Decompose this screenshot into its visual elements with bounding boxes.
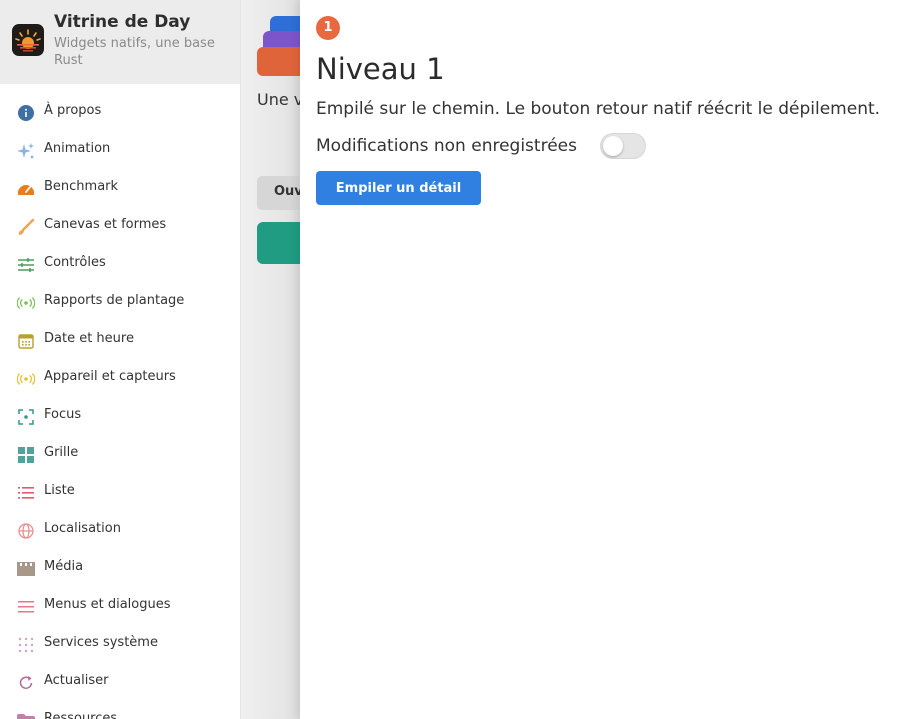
brush-icon: [17, 218, 35, 236]
clapper-icon: [17, 560, 35, 578]
sidebar-item-appareil[interactable]: Appareil et capteurs: [0, 359, 240, 397]
sidebar-item-label: Date et heure: [44, 331, 134, 346]
sidebar-item-date-heure[interactable]: Date et heure: [0, 321, 240, 359]
sidebar-item-label: Grille: [44, 445, 79, 460]
detail-panel: 1 Niveau 1 Empilé sur le chemin. Le bout…: [300, 0, 904, 719]
sidebar-item-ressources[interactable]: Ressources: [0, 701, 240, 719]
sidebar-item-label: Focus: [44, 407, 82, 422]
open-button[interactable]: Ouv: [257, 176, 301, 210]
sidebar-item-label: Média: [44, 559, 84, 574]
sidebar-item-label: À propos: [44, 103, 102, 118]
sidebar-item-benchmark[interactable]: Benchmark: [0, 169, 240, 207]
list-icon: [17, 484, 35, 502]
sidebar-item-localisation[interactable]: Localisation: [0, 511, 240, 549]
panel-description: Empilé sur le chemin. Le bouton retour n…: [316, 99, 881, 119]
menu-icon: [17, 598, 35, 616]
app-title: Vitrine de Day: [54, 12, 191, 32]
level-badge: 1: [316, 16, 340, 40]
folder-icon: [17, 712, 35, 719]
info-icon: [17, 104, 35, 122]
sidebar-item-label: Services système: [44, 635, 158, 650]
sidebar-item-a-propos[interactable]: À propos: [0, 93, 240, 131]
grid-icon: [17, 446, 35, 464]
teal-card[interactable]: [257, 222, 301, 264]
dots-grid-icon: [17, 636, 35, 654]
unsaved-changes-label: Modifications non enregistrées: [316, 136, 577, 156]
sidebar-nav: À propos Animation Benchmark Canevas et …: [0, 93, 240, 719]
sunrise-app-icon: [12, 24, 44, 56]
sidebar-item-liste[interactable]: Liste: [0, 473, 240, 511]
sidebar-item-actualiser[interactable]: Actualiser: [0, 663, 240, 701]
sidebar-item-label: Liste: [44, 483, 75, 498]
sidebar-item-rapports[interactable]: Rapports de plantage: [0, 283, 240, 321]
sidebar-item-label: Benchmark: [44, 179, 119, 194]
sidebar-item-grille[interactable]: Grille: [0, 435, 240, 473]
toggle-knob: [603, 136, 623, 156]
background-page: Une v Ouv: [241, 0, 301, 719]
sidebar-item-label: Appareil et capteurs: [44, 369, 176, 384]
sparkle-icon: [17, 142, 35, 160]
sidebar-item-label: Localisation: [44, 521, 121, 536]
unsaved-changes-toggle[interactable]: [600, 133, 646, 159]
stack-card-orange: [257, 47, 301, 76]
sidebar-item-label: Contrôles: [44, 255, 106, 270]
globe-icon: [17, 522, 35, 540]
sidebar-item-animation[interactable]: Animation: [0, 131, 240, 169]
push-detail-button[interactable]: Empiler un détail: [316, 171, 481, 205]
sidebar-item-controles[interactable]: Contrôles: [0, 245, 240, 283]
sidebar-item-label: Menus et dialogues: [44, 597, 171, 612]
sidebar-item-label: Animation: [44, 141, 111, 156]
app-subtitle: Widgets natifs, une base Rust: [54, 36, 215, 68]
sidebar-item-label: Canevas et formes: [44, 217, 167, 232]
sidebar-item-focus[interactable]: Focus: [0, 397, 240, 435]
sidebar-item-label: Ressources: [44, 711, 118, 719]
sidebar-item-services[interactable]: Services système: [0, 625, 240, 663]
focus-icon: [17, 408, 35, 426]
sidebar-item-menus[interactable]: Menus et dialogues: [0, 587, 240, 625]
sidebar-item-canevas[interactable]: Canevas et formes: [0, 207, 240, 245]
sidebar-header: Vitrine de Day Widgets natifs, une base …: [0, 0, 240, 84]
speedometer-icon: [17, 180, 35, 198]
sidebar-item-media[interactable]: Média: [0, 549, 240, 587]
calendar-icon: [17, 332, 35, 350]
sidebar-item-label: Actualiser: [44, 673, 109, 688]
sliders-icon: [17, 256, 35, 274]
refresh-icon: [17, 674, 35, 692]
sidebar: Vitrine de Day Widgets natifs, une base …: [0, 0, 241, 719]
sensor-icon: [17, 370, 35, 388]
page-title: Niveau 1: [316, 52, 445, 86]
sidebar-item-label: Rapports de plantage: [44, 293, 185, 308]
signal-icon: [17, 294, 35, 312]
background-page-text: Une v: [257, 90, 301, 109]
